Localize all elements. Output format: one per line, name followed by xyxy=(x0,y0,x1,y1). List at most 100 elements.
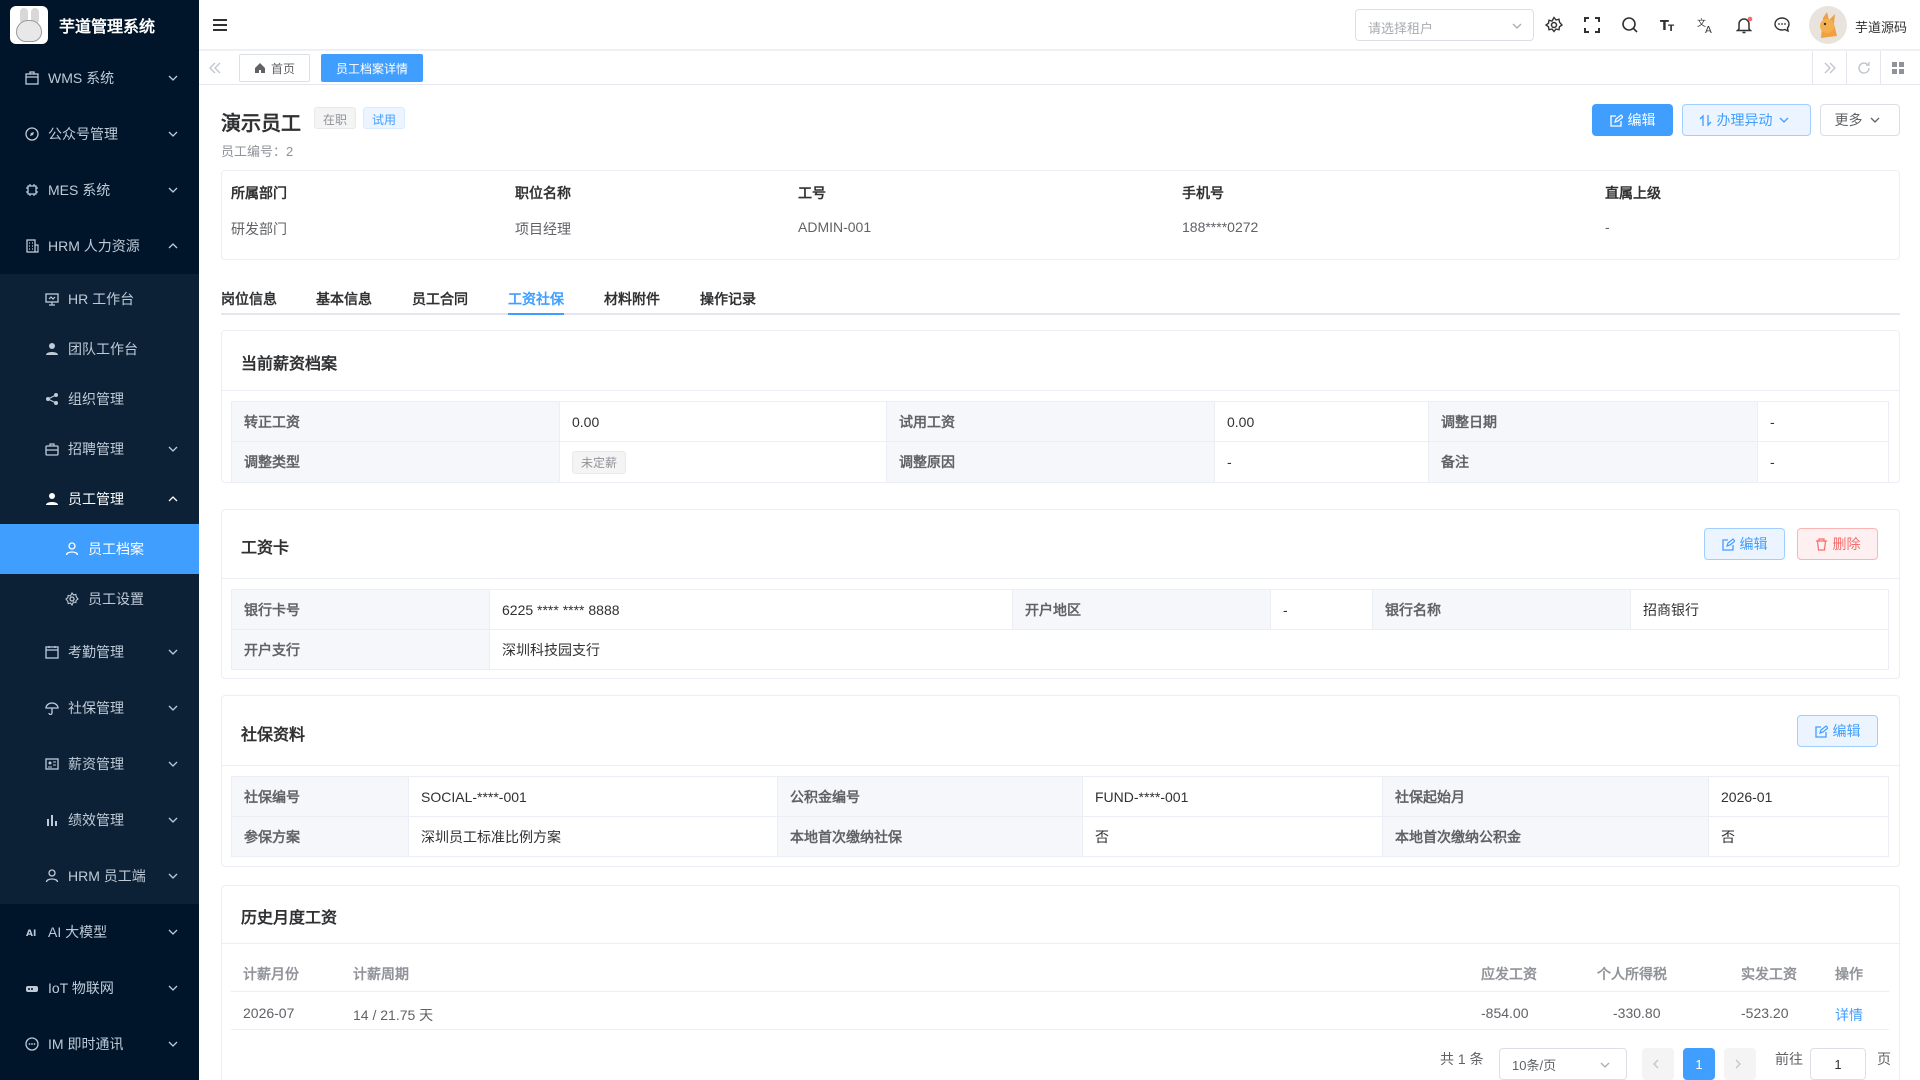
next-page-button[interactable] xyxy=(1724,1048,1756,1080)
message-icon[interactable] xyxy=(1773,16,1791,34)
pagination-total: 共 1 条 xyxy=(1440,1051,1484,1067)
row-detail-link[interactable]: 详情 xyxy=(1835,1005,1863,1025)
svg-text:T: T xyxy=(1668,24,1675,34)
bell-icon[interactable] xyxy=(1735,16,1753,34)
social-edit-button[interactable]: 编辑 xyxy=(1797,715,1878,747)
bankcard-title: 工资卡 xyxy=(241,540,290,557)
chevron-down-icon xyxy=(168,75,178,81)
more-button[interactable]: 更多 xyxy=(1820,104,1900,136)
menu-label: WMS 系统 xyxy=(48,70,115,86)
row-gross: -854.00 xyxy=(1481,1005,1529,1021)
user-outline-icon xyxy=(64,541,80,557)
user-icon xyxy=(44,341,60,357)
menu-label: 考勤管理 xyxy=(68,644,124,660)
grid-icon[interactable] xyxy=(1880,51,1914,85)
position-value: 项目经理 xyxy=(515,221,571,237)
menu-mes[interactable]: MES 系统 xyxy=(0,162,199,218)
col-period: 计薪周期 xyxy=(353,966,409,982)
bankcard-edit-button[interactable]: 编辑 xyxy=(1704,528,1785,560)
edit-icon xyxy=(1814,724,1828,738)
calendar-icon xyxy=(44,644,60,660)
page-1-button[interactable]: 1 xyxy=(1683,1048,1715,1080)
svg-text:AI: AI xyxy=(26,929,36,939)
translate-icon[interactable]: 文A xyxy=(1697,16,1715,34)
edit-button[interactable]: 编辑 xyxy=(1592,104,1673,136)
umbrella-icon xyxy=(44,700,60,716)
tab-position[interactable]: 岗位信息 xyxy=(221,289,277,309)
fullscreen-icon[interactable] xyxy=(1583,16,1601,34)
menu-ai[interactable]: AI AI 大模型 xyxy=(0,904,199,960)
social-no-value: SOCIAL-****-001 xyxy=(409,776,778,817)
menu-label: 组织管理 xyxy=(68,391,124,407)
social-title: 社保资料 xyxy=(241,727,306,744)
search-icon[interactable] xyxy=(1621,16,1639,34)
refresh-icon[interactable] xyxy=(1846,51,1880,85)
regular-salary-value: 0.00 xyxy=(560,401,887,442)
remark-value: - xyxy=(1758,442,1889,483)
position-label: 职位名称 xyxy=(515,185,571,201)
page-suffix: 页 xyxy=(1877,1051,1891,1067)
menu-iot[interactable]: IoT 物联网 xyxy=(0,960,199,1016)
tag-label: 员工档案详情 xyxy=(336,61,409,76)
menu-label: HR 工作台 xyxy=(68,291,135,307)
menu-employee[interactable]: 员工管理 xyxy=(0,474,199,524)
menu-wms[interactable]: WMS 系统 xyxy=(0,50,199,106)
menu-mp[interactable]: 公众号管理 xyxy=(0,106,199,162)
menu-recruit[interactable]: 招聘管理 xyxy=(0,424,199,474)
tab-basic[interactable]: 基本信息 xyxy=(316,289,372,309)
chevron-down-icon xyxy=(168,1041,178,1047)
row-net: -523.20 xyxy=(1741,1005,1789,1021)
page-size-select[interactable]: 10条/页 xyxy=(1499,1048,1627,1080)
trash-icon xyxy=(1815,537,1827,551)
menu-team-workbench[interactable]: 团队工作台 xyxy=(0,324,199,374)
user-name[interactable]: 芋道源码 xyxy=(1855,17,1907,36)
menu-hrm-employee-portal[interactable]: HRM 员工端 xyxy=(0,848,199,904)
logo[interactable]: 芋道管理系统 xyxy=(0,0,199,50)
menu-payroll[interactable]: 薪资管理 xyxy=(0,736,199,792)
leader-value: - xyxy=(1605,219,1610,235)
bar-chart-icon xyxy=(44,812,60,828)
avatar[interactable] xyxy=(1809,6,1847,44)
tab-salary-social[interactable]: 工资社保 xyxy=(508,289,564,309)
tab-logs[interactable]: 操作记录 xyxy=(700,289,756,309)
double-chevron-right-icon[interactable] xyxy=(1812,51,1846,85)
workbench-icon xyxy=(44,291,60,307)
font-size-icon[interactable]: TT xyxy=(1659,16,1677,34)
chevron-down-icon xyxy=(1600,1062,1610,1068)
tab-contract[interactable]: 员工合同 xyxy=(412,289,468,309)
menu-org[interactable]: 组织管理 xyxy=(0,374,199,424)
tab-attachments[interactable]: 材料附件 xyxy=(604,289,660,309)
probation-badge: 试用 xyxy=(363,107,406,129)
gear-icon xyxy=(64,591,80,607)
menu-employee-settings[interactable]: 员工设置 xyxy=(0,574,199,624)
branch-label: 开户支行 xyxy=(231,630,490,670)
row-period: 14 / 21.75 天 xyxy=(353,1007,434,1023)
menu-hrm[interactable]: HRM 人力资源 xyxy=(0,218,199,274)
menu-hr-workbench[interactable]: HR 工作台 xyxy=(0,274,199,324)
tag-employee-detail[interactable]: 员工档案详情 xyxy=(321,54,424,82)
menu-label: IoT 物联网 xyxy=(48,980,114,996)
menu-label: AI 大模型 xyxy=(48,924,108,940)
menu-social[interactable]: 社保管理 xyxy=(0,680,199,736)
menu-employee-archive[interactable]: 员工档案 xyxy=(0,524,199,574)
prev-page-button[interactable] xyxy=(1642,1048,1674,1080)
goto-input[interactable]: 1 xyxy=(1810,1048,1866,1080)
change-button[interactable]: 办理异动 xyxy=(1682,104,1811,136)
tenant-select[interactable]: 请选择租户 xyxy=(1355,9,1534,41)
plan-label: 参保方案 xyxy=(231,817,409,857)
double-chevron-left-icon[interactable] xyxy=(207,60,223,76)
edit-label: 编辑 xyxy=(1627,112,1656,128)
menu-toggle-icon[interactable] xyxy=(211,16,229,34)
social-no-label: 社保编号 xyxy=(231,776,409,817)
menu-attendance[interactable]: 考勤管理 xyxy=(0,624,199,680)
settings-icon[interactable] xyxy=(1545,16,1563,34)
chevron-down-icon xyxy=(168,649,178,655)
menu-performance[interactable]: 绩效管理 xyxy=(0,792,199,848)
tag-home[interactable]: 首页 xyxy=(239,54,311,82)
bankcard-delete-button[interactable]: 删除 xyxy=(1797,528,1878,560)
menu-im[interactable]: IM 即时通讯 xyxy=(0,1016,199,1072)
chevron-down-icon xyxy=(168,817,178,823)
employee-number: 员工编号：2 xyxy=(221,144,294,159)
svg-text:A: A xyxy=(1705,25,1712,34)
divider xyxy=(222,390,1899,391)
